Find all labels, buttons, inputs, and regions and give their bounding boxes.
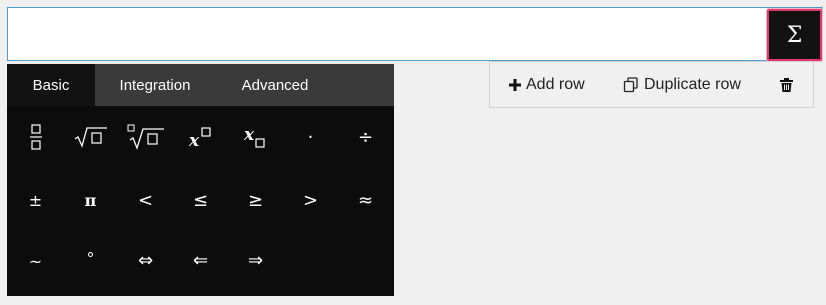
key-greater-equal[interactable]: ≥ [228, 176, 283, 224]
plus-icon [509, 78, 521, 91]
keyboard-tab-bar: Basic Integration Advanced [7, 64, 394, 106]
key-less-equal[interactable]: ≤ [173, 176, 228, 224]
subscript-icon: x [243, 125, 265, 148]
tab-integration[interactable]: Integration [95, 64, 215, 106]
tab-basic[interactable]: Basic [7, 64, 95, 106]
key-iff[interactable]: ⇔ [118, 236, 173, 284]
key-degree[interactable]: ° [63, 234, 118, 282]
svg-text:x: x [243, 125, 255, 145]
delete-row-button[interactable] [780, 62, 798, 107]
fraction-icon [29, 124, 42, 150]
key-divide[interactable]: ÷ [338, 113, 393, 161]
key-pi[interactable]: π [63, 176, 118, 224]
math-input-field[interactable] [7, 7, 822, 61]
key-square-root[interactable] [63, 113, 118, 161]
duplicate-row-button[interactable]: Duplicate row [623, 62, 741, 107]
tab-advanced[interactable]: Advanced [215, 64, 335, 106]
key-nth-root[interactable] [118, 113, 173, 161]
copy-icon [623, 76, 639, 93]
duplicate-row-label: Duplicate row [644, 75, 741, 93]
key-approx[interactable]: ≈ [338, 176, 393, 224]
nth-root-icon [127, 124, 164, 150]
key-fraction[interactable] [8, 113, 63, 161]
svg-text:x: x [188, 131, 200, 149]
key-dot[interactable]: · [283, 113, 338, 161]
math-keyboard-panel: Basic Integration Advanced x x · ÷ ± π <… [7, 64, 394, 296]
key-less-than[interactable]: < [118, 176, 173, 224]
key-tilde[interactable]: ~ [8, 237, 63, 285]
row-toolbar: Add row Duplicate row [489, 61, 814, 108]
key-greater-than[interactable]: > [283, 176, 338, 224]
superscript-icon: x [188, 127, 211, 149]
math-keyboard-toggle-button[interactable]: Σ [767, 9, 822, 61]
key-superscript[interactable]: x [173, 113, 228, 161]
key-implied-by[interactable]: ⇐ [173, 236, 228, 284]
add-row-label: Add row [526, 75, 585, 93]
add-row-button[interactable]: Add row [509, 62, 585, 107]
corner-divider [822, 6, 823, 17]
key-plus-minus[interactable]: ± [8, 176, 63, 224]
square-root-icon [74, 127, 107, 148]
sigma-icon: Σ [786, 22, 803, 48]
key-implies[interactable]: ⇒ [228, 236, 283, 284]
trash-icon [780, 77, 793, 92]
key-subscript[interactable]: x [228, 113, 283, 161]
